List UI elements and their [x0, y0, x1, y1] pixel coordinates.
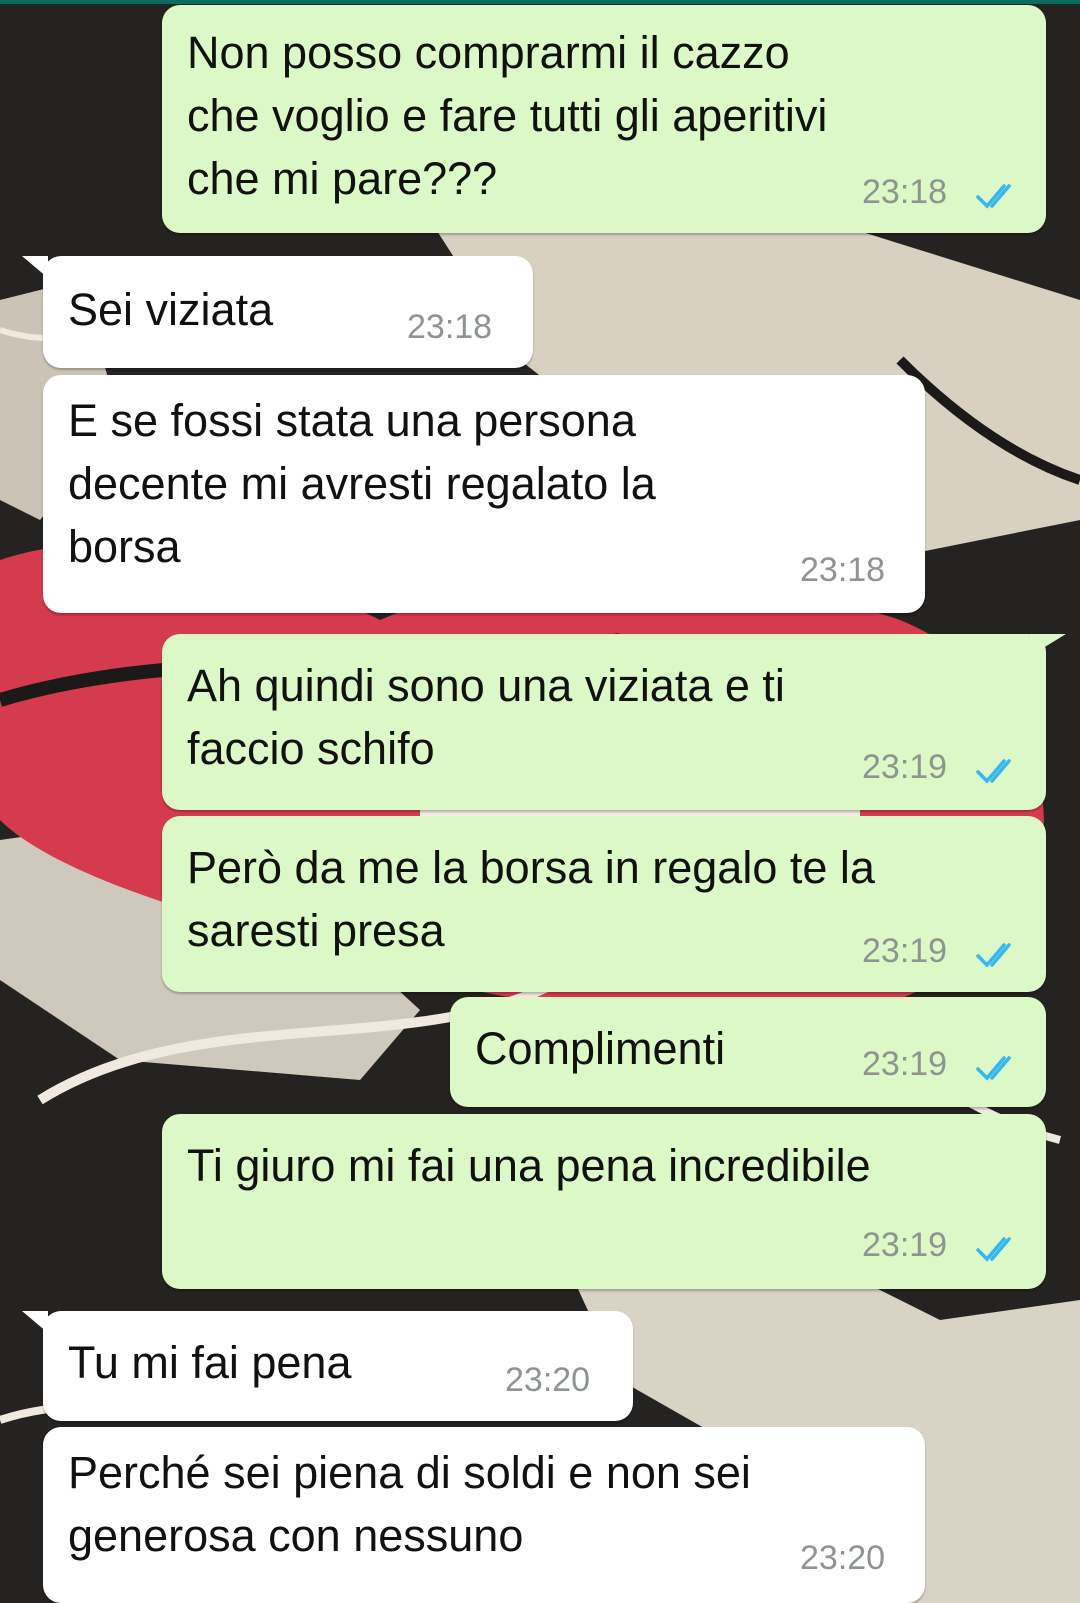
message-time: 23:18 — [407, 308, 493, 346]
message-time: 23:20 — [505, 1361, 591, 1399]
message-text: Tu mi fai pena — [68, 1337, 352, 1388]
message-time: 23:19 — [862, 748, 948, 786]
message-text: Però da me la borsa in regalo te la sare… — [187, 842, 875, 956]
message-time: 23:19 — [862, 932, 948, 970]
message-text: Ti giuro mi fai una pena incredibile — [187, 1140, 871, 1191]
double-check-icon — [976, 943, 1011, 968]
double-check-icon — [976, 1056, 1011, 1081]
message-time: 23:19 — [862, 1226, 948, 1264]
message-bubble-outgoing[interactable]: Ah quindi sono una viziata e ti faccio s… — [162, 634, 1046, 810]
message-time: 23:20 — [800, 1539, 886, 1577]
message-text: Complimenti — [475, 1023, 726, 1074]
message-bubble-incoming[interactable]: Tu mi fai pena 23:20 — [43, 1311, 633, 1421]
message-text: Ah quindi sono una viziata e ti faccio s… — [187, 660, 785, 774]
message-bubble-incoming[interactable]: Sei viziata 23:18 — [43, 256, 533, 368]
message-time: 23:19 — [862, 1045, 948, 1083]
message-bubble-outgoing[interactable]: Però da me la borsa in regalo te la sare… — [162, 816, 1046, 992]
message-bubble-incoming[interactable]: E se fossi stata una persona decente mi … — [43, 375, 925, 613]
double-check-icon — [976, 184, 1011, 209]
message-text: Perché sei piena di soldi e non sei gene… — [68, 1447, 751, 1561]
double-check-icon — [976, 1237, 1011, 1262]
double-check-icon — [976, 759, 1011, 784]
message-bubble-outgoing[interactable]: Non posso comprarmi il cazzo che voglio … — [162, 5, 1046, 233]
message-time: 23:18 — [862, 173, 948, 211]
message-text: E se fossi stata una persona decente mi … — [68, 395, 656, 572]
message-bubble-incoming[interactable]: Perché sei piena di soldi e non sei gene… — [43, 1427, 925, 1603]
message-bubble-outgoing[interactable]: Ti giuro mi fai una pena incredibile 23:… — [162, 1114, 1046, 1289]
top-accent-bar — [0, 0, 1080, 4]
message-bubble-outgoing[interactable]: Complimenti 23:19 — [450, 997, 1046, 1107]
message-text: Non posso comprarmi il cazzo che voglio … — [187, 27, 828, 204]
message-time: 23:18 — [800, 551, 886, 589]
message-text: Sei viziata — [68, 284, 274, 335]
